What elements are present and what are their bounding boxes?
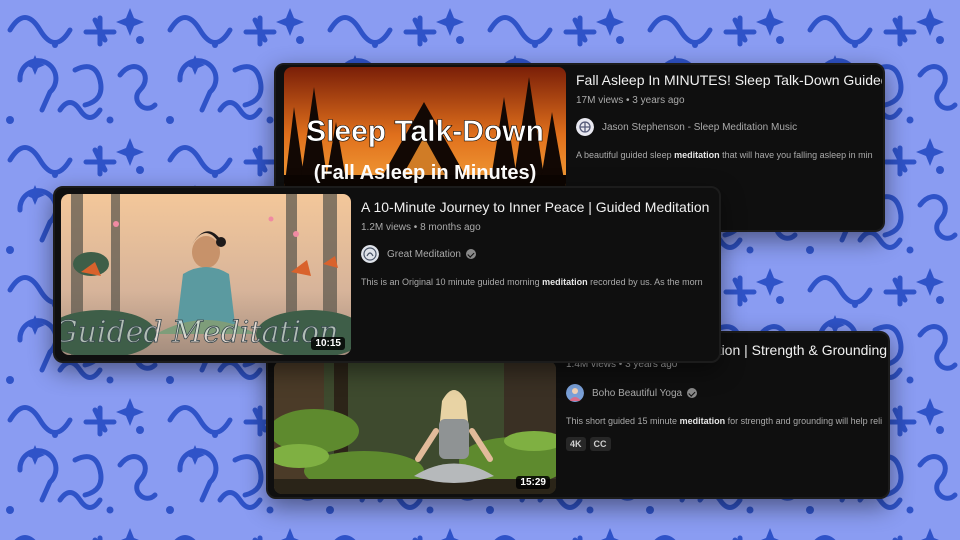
video-description: This short guided 15 minute meditation f… xyxy=(566,415,888,427)
video-duration: 15:29 xyxy=(516,476,550,489)
captions-badge: CC xyxy=(589,437,611,451)
meditating-woman-thumbnail-art: Guided Meditation xyxy=(61,194,351,355)
channel-avatar[interactable] xyxy=(566,384,584,402)
video-description: A beautiful guided sleep meditation that… xyxy=(576,149,882,161)
channel-row[interactable]: Great Meditation xyxy=(361,244,717,264)
thumbnail-caption: Guided Meditation xyxy=(61,315,338,350)
verified-icon xyxy=(465,249,476,259)
video-duration: 10:15 xyxy=(311,337,345,350)
channel-avatar[interactable] xyxy=(576,118,594,136)
view-count: 17M views • 3 years ago xyxy=(576,95,685,106)
channel-avatar[interactable] xyxy=(361,245,379,263)
meditation-logo-avatar-icon xyxy=(361,245,379,263)
video-title[interactable]: A 10-Minute Journey to Inner Peace | Gui… xyxy=(361,198,717,216)
description-keyword: meditation xyxy=(674,150,720,160)
video-thumbnail[interactable]: 15:29 xyxy=(274,361,556,494)
video-meta: Fall Asleep In MINUTES! Sleep Talk-Down … xyxy=(576,71,882,161)
lotus-avatar-icon xyxy=(576,118,594,136)
verified-icon xyxy=(687,388,698,398)
channel-name[interactable]: Great Meditation xyxy=(387,249,461,260)
description-text: This short guided 15 minute xyxy=(566,416,680,426)
video-description: This is an Original 10 minute guided mor… xyxy=(361,276,717,288)
channel-row[interactable]: Jason Stephenson - Sleep Meditation Musi… xyxy=(576,117,882,137)
channel-name[interactable]: Jason Stephenson - Sleep Meditation Musi… xyxy=(602,122,797,133)
description-text: that will have you falling asleep in min xyxy=(719,150,873,160)
forest-yoga-thumbnail-art xyxy=(274,361,556,494)
video-title[interactable]: Fall Asleep In MINUTES! Sleep Talk-Down … xyxy=(576,71,882,89)
channel-row[interactable]: Boho Beautiful Yoga xyxy=(566,383,888,403)
view-count: 1.2M views • 8 months ago xyxy=(361,222,481,233)
description-keyword: meditation xyxy=(679,416,726,426)
yoga-avatar-icon xyxy=(566,384,584,402)
thumbnail-title-line1: Sleep Talk-Down xyxy=(306,115,544,148)
forest-sunset-thumbnail-art: Sleep Talk-Down (Fall Asleep in Minutes) xyxy=(284,67,566,191)
description-text: A beautiful guided sleep xyxy=(576,150,675,160)
video-result-card[interactable]: Guided Meditation 10:15 A 10-Minute Jour… xyxy=(53,186,721,363)
video-meta: A 10-Minute Journey to Inner Peace | Gui… xyxy=(361,198,717,288)
description-text: for strength and grounding will help rel… xyxy=(725,416,883,426)
description-text: This is an Original 10 minute guided mor… xyxy=(361,277,543,287)
video-thumbnail[interactable]: Guided Meditation 10:15 xyxy=(61,194,351,355)
description-text: recorded by us. As the morn xyxy=(587,277,703,287)
video-thumbnail[interactable]: Sleep Talk-Down (Fall Asleep in Minutes) xyxy=(284,67,566,191)
thumbnail-title-line2: (Fall Asleep in Minutes) xyxy=(314,162,537,184)
description-keyword: meditation xyxy=(542,277,588,287)
badge-row: 4K CC xyxy=(566,437,888,451)
quality-badge-4k: 4K xyxy=(566,437,586,451)
channel-name[interactable]: Boho Beautiful Yoga xyxy=(592,388,682,399)
